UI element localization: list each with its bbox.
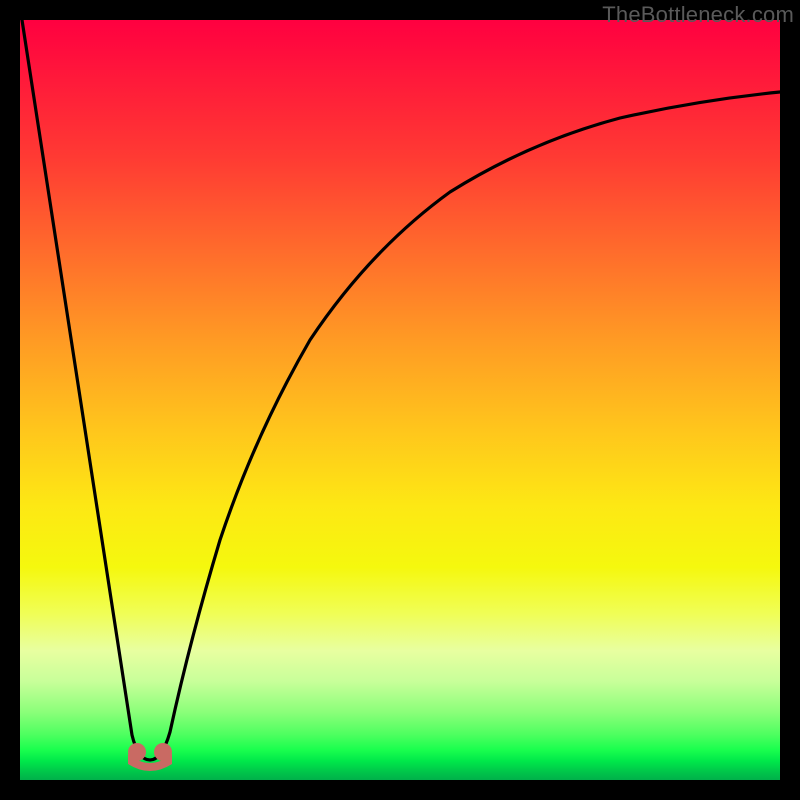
watermark-text: TheBottleneck.com xyxy=(602,2,794,28)
bottleneck-curve xyxy=(20,20,780,780)
curve-path xyxy=(22,20,780,760)
chart-frame xyxy=(20,20,780,780)
trough-marker xyxy=(128,743,172,771)
